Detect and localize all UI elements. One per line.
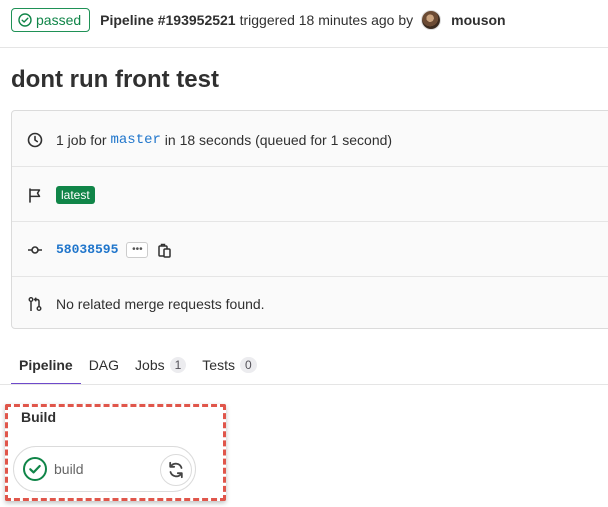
- tab-dag[interactable]: DAG: [81, 344, 127, 385]
- tab-label: Pipeline: [19, 356, 73, 373]
- success-status-icon: [23, 457, 47, 481]
- commit-sha-link[interactable]: 58038595: [56, 242, 118, 257]
- status-label: passed: [36, 12, 82, 28]
- merge-requests-row: No related merge requests found.: [12, 276, 608, 331]
- merge-requests-text: No related merge requests found.: [56, 295, 265, 312]
- job-build[interactable]: build: [13, 446, 196, 492]
- retry-icon: [169, 461, 183, 479]
- tests-count-badge: 0: [239, 356, 257, 373]
- latest-badge: latest: [56, 185, 95, 204]
- latest-row: latest: [12, 167, 608, 222]
- merge-request-icon: [28, 296, 42, 311]
- pipeline-tabs: Pipeline DAG Jobs 1 Tests 0: [11, 344, 265, 385]
- page-title: dont run front test: [11, 66, 219, 93]
- tab-pipeline[interactable]: Pipeline: [11, 344, 81, 385]
- tab-label: DAG: [88, 356, 120, 373]
- commit-icon: [28, 245, 42, 254]
- divider: [0, 47, 608, 48]
- status-badge-passed[interactable]: passed: [11, 8, 91, 32]
- clock-icon: [27, 132, 43, 147]
- copy-icon[interactable]: [156, 242, 172, 258]
- tab-label: Jobs: [135, 356, 165, 373]
- branch-link[interactable]: master: [110, 132, 160, 148]
- jobs-suffix: in 18 seconds (queued for 1 second): [164, 131, 393, 148]
- expand-commit-message-button[interactable]: •••: [126, 241, 149, 258]
- check-circle-icon: [18, 13, 32, 27]
- job-name: build: [54, 461, 84, 477]
- pipeline-header: passed Pipeline #193952521 triggered 18 …: [11, 8, 608, 32]
- commit-row: 58038595 •••: [12, 222, 608, 277]
- jobs-count-badge: 1: [169, 356, 187, 373]
- retry-job-button[interactable]: [160, 454, 192, 486]
- flag-icon: [29, 187, 41, 203]
- jobs-prefix: 1 job for: [56, 131, 107, 148]
- pipeline-id: Pipeline #193952521: [100, 12, 236, 28]
- jobs-summary-row: 1 job for master in 18 seconds (queued f…: [12, 112, 608, 167]
- pipeline-info-card: 1 job for master in 18 seconds (queued f…: [11, 110, 608, 329]
- triggered-text: triggered 18 minutes ago by: [239, 12, 414, 28]
- avatar[interactable]: [421, 10, 442, 30]
- tab-label: Tests: [202, 356, 235, 373]
- tab-tests[interactable]: Tests 0: [194, 344, 264, 385]
- tab-jobs[interactable]: Jobs 1: [127, 344, 194, 385]
- stage-title: Build: [21, 409, 56, 425]
- author-link[interactable]: mouson: [451, 12, 505, 28]
